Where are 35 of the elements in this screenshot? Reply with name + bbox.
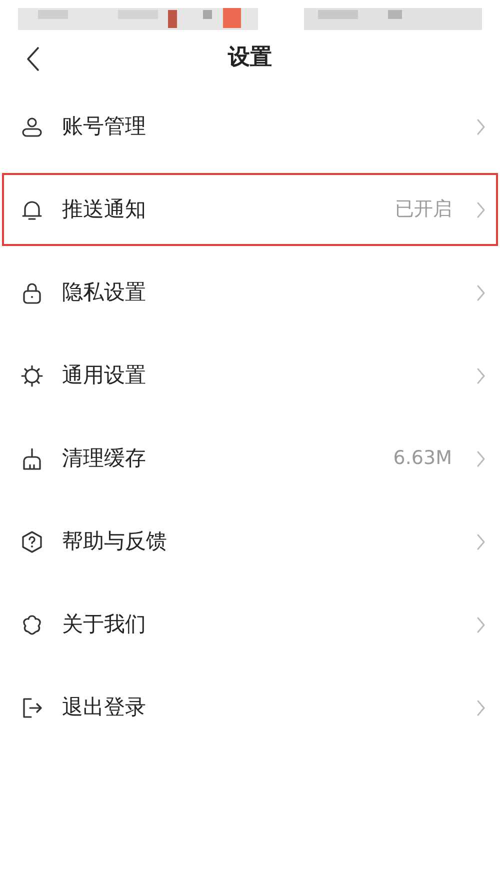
question-icon	[20, 530, 44, 554]
chevron-icon	[476, 616, 486, 634]
row-label: 账号管理	[62, 112, 147, 140]
chevron-icon	[476, 200, 486, 218]
page-title: 设置	[228, 44, 272, 72]
row-label: 通用设置	[62, 362, 147, 389]
row-label: 帮助与反馈	[62, 528, 168, 555]
row-label: 关于我们	[62, 610, 147, 638]
sun-icon	[20, 364, 44, 388]
settings-row[interactable]: 隐私设置	[2, 256, 498, 329]
settings-row[interactable]: 关于我们	[2, 588, 498, 661]
chevron-icon	[476, 284, 486, 302]
chevron-icon	[476, 118, 486, 136]
row-label: 隐私设置	[62, 278, 147, 306]
chevron-icon	[476, 450, 486, 468]
row-label: 退出登录	[62, 694, 147, 721]
back-icon	[25, 46, 41, 72]
chevron-icon	[476, 366, 486, 384]
row-label: 清理缓存	[62, 444, 147, 472]
chevron-icon	[476, 532, 486, 550]
settings-row[interactable]: 推送通知 已开启	[2, 173, 498, 246]
settings-row[interactable]: 通用设置	[2, 339, 498, 412]
settings-row[interactable]: 账号管理	[2, 90, 498, 163]
broom-icon	[20, 446, 44, 470]
chevron-icon	[476, 698, 486, 716]
flower-icon	[20, 612, 44, 636]
row-value: 6.63M	[393, 446, 452, 472]
settings-row[interactable]: 退出登录	[2, 671, 498, 744]
lock-icon	[20, 280, 44, 304]
settings-row[interactable]: 帮助与反馈	[2, 505, 498, 578]
row-value: 已开启	[395, 197, 452, 222]
logout-icon	[20, 696, 44, 720]
settings-row[interactable]: 清理缓存 6.63M	[2, 422, 498, 495]
row-label: 推送通知	[62, 196, 147, 223]
person-icon	[20, 114, 44, 138]
